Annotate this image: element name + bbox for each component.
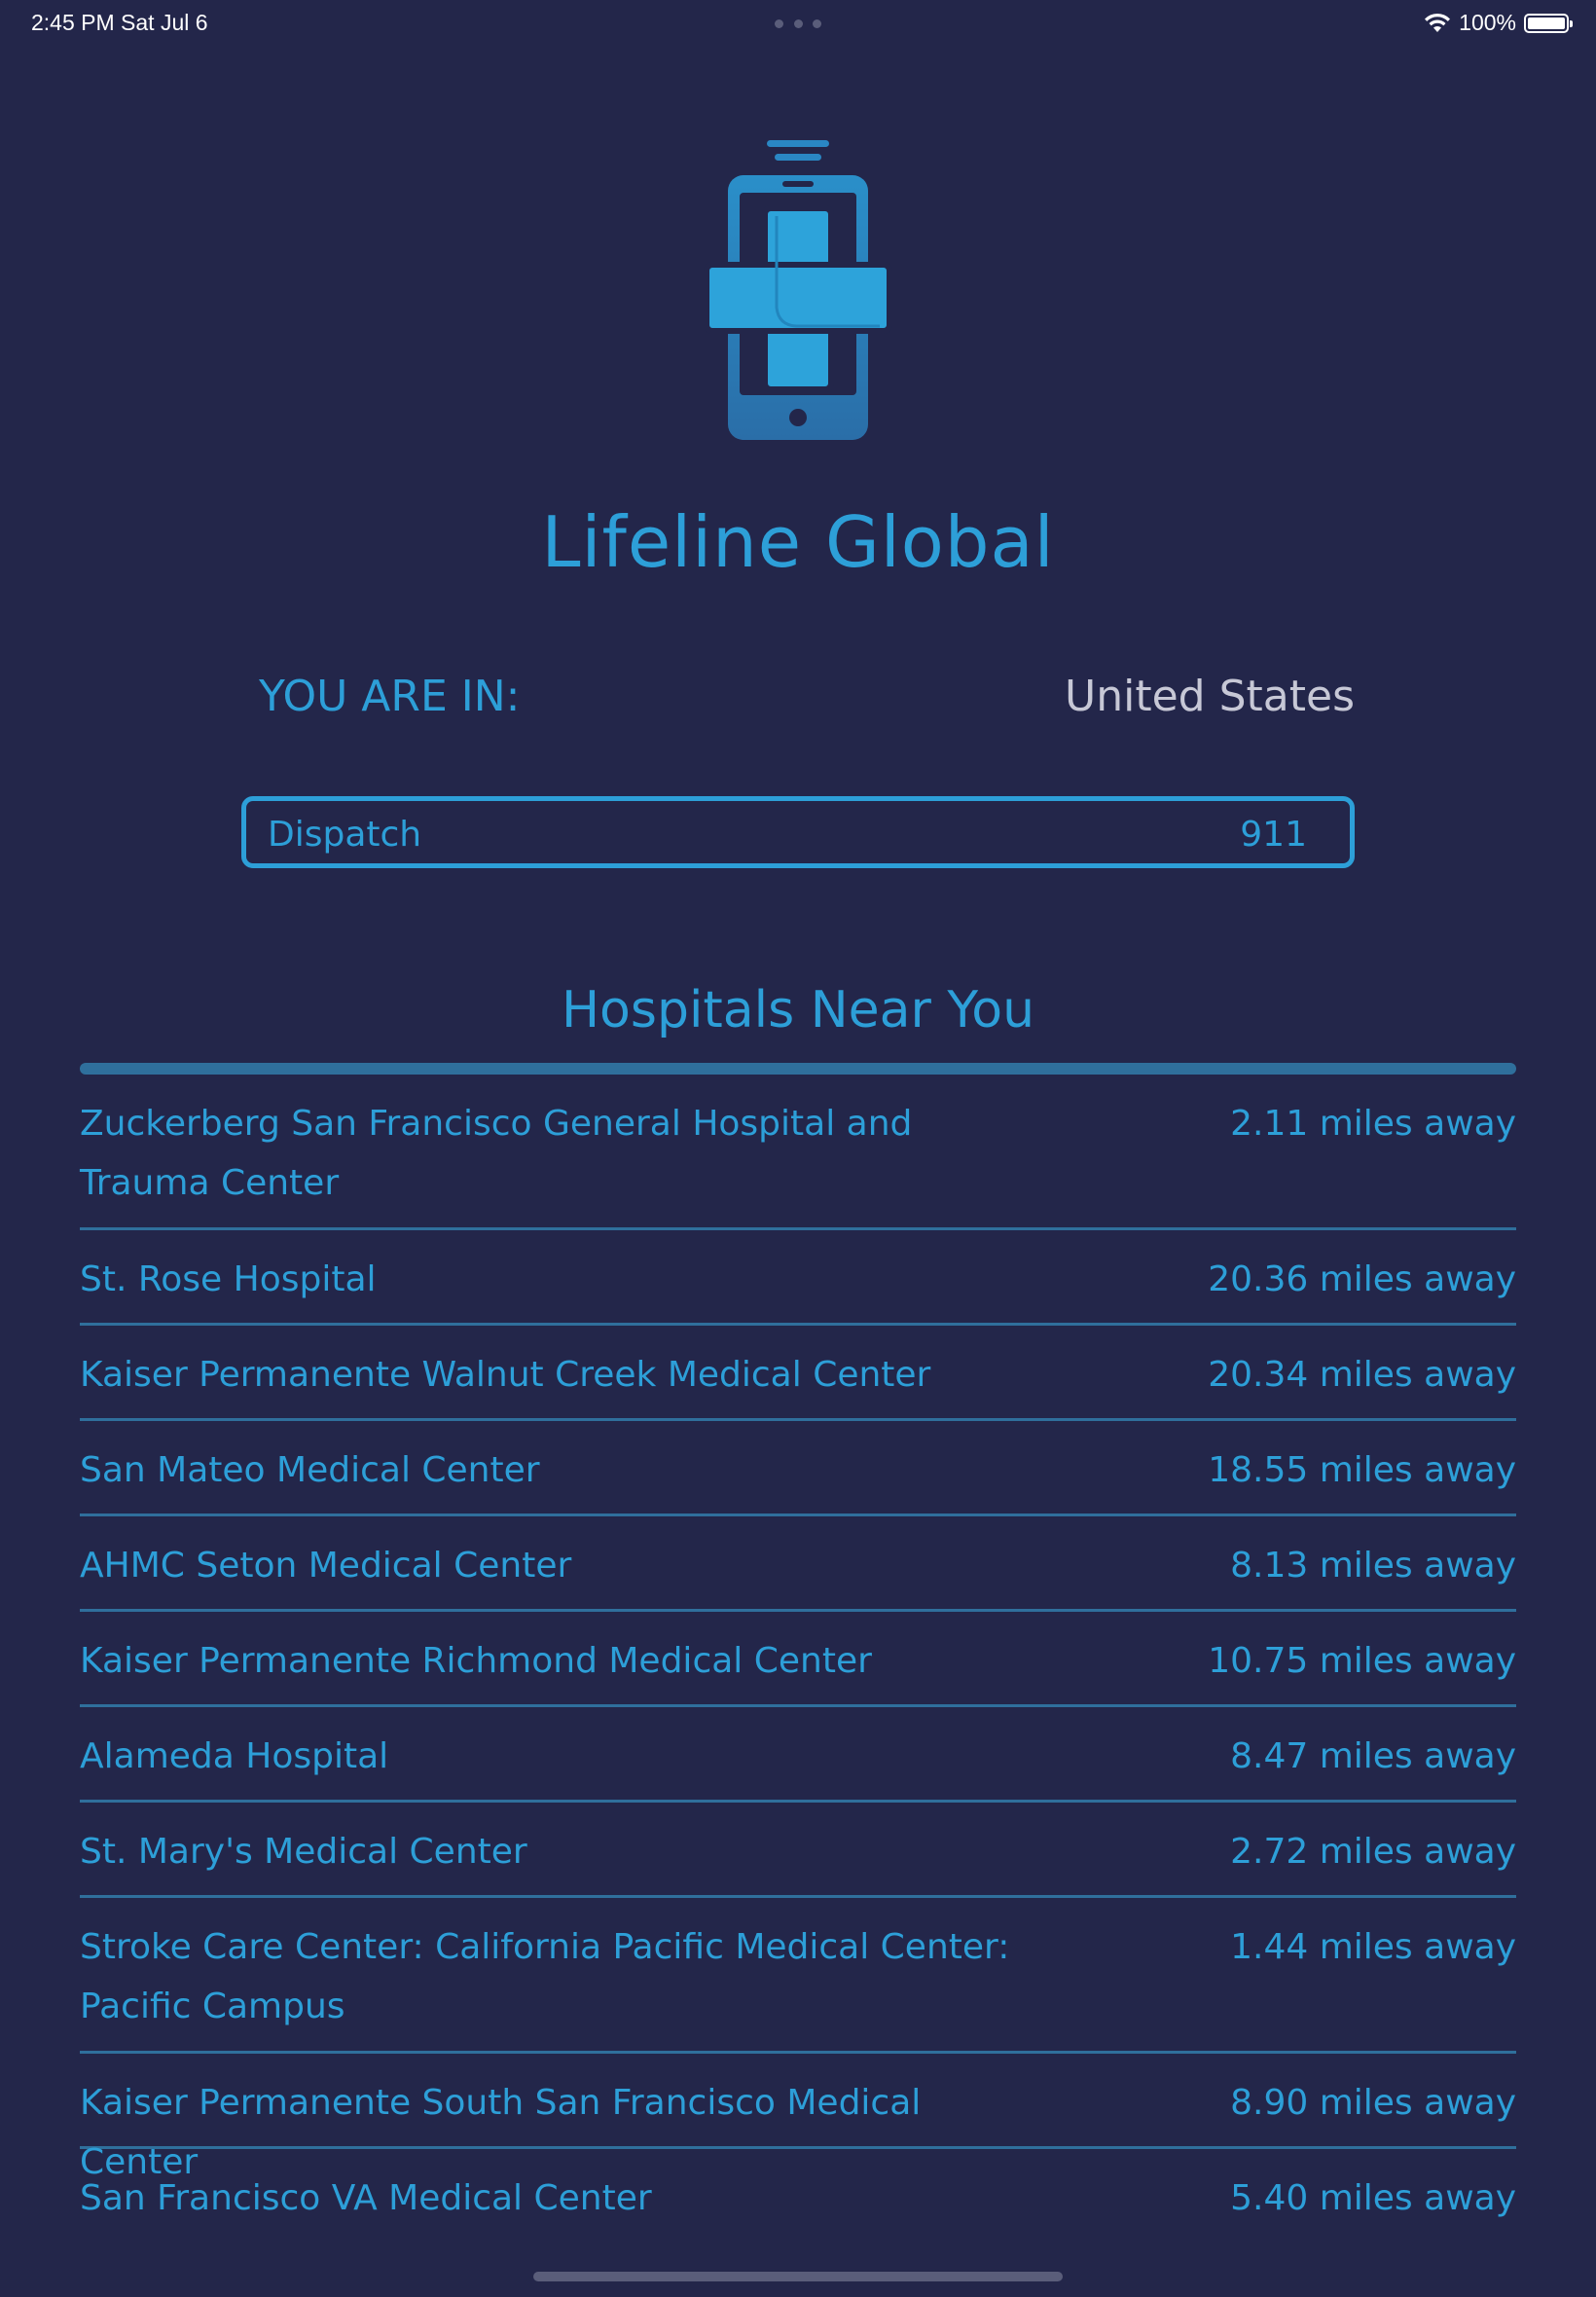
list-item[interactable]: Stroke Care Center: California Pacific M… (80, 1898, 1516, 2054)
dispatch-label: Dispatch (268, 815, 422, 855)
list-item[interactable]: San Mateo Medical Center 18.55 miles awa… (80, 1421, 1516, 1516)
list-item[interactable]: San Francisco VA Medical Center 5.40 mil… (80, 2149, 1516, 2244)
hospitals-section-title: Hospitals Near You (561, 981, 1035, 1039)
hospital-distance: 10.75 miles away (1208, 1641, 1516, 1681)
status-right: 100% (1424, 10, 1573, 36)
hospital-name: San Francisco VA Medical Center (80, 2178, 652, 2218)
wifi-icon (1424, 13, 1451, 34)
multitasking-dots-icon[interactable] (775, 19, 821, 28)
hospital-distance: 8.90 miles away (1230, 2083, 1516, 2123)
hospital-name: Alameda Hospital (80, 1736, 389, 1776)
location-row: YOU ARE IN: United States (259, 672, 1355, 730)
hospital-name: San Mateo Medical Center (80, 1450, 540, 1490)
hospital-distance: 20.36 miles away (1208, 1259, 1516, 1299)
app-title: Lifeline Global (541, 501, 1055, 583)
hospital-name: AHMC Seton Medical Center (80, 1546, 572, 1586)
list-item[interactable]: St. Mary's Medical Center 2.72 miles awa… (80, 1803, 1516, 1898)
list-item[interactable]: Zuckerberg San Francisco General Hospita… (80, 1075, 1516, 1230)
dispatch-number: 911 (1240, 815, 1307, 855)
home-indicator[interactable] (533, 2272, 1063, 2281)
phone-medical-cross-icon (681, 134, 915, 446)
list-item[interactable]: Kaiser Permanente Richmond Medical Cente… (80, 1612, 1516, 1707)
hospital-name: Stroke Care Center: California Pacific M… (80, 1927, 1010, 2026)
battery-percent: 100% (1459, 10, 1516, 35)
section-divider (80, 1063, 1516, 1075)
hospital-distance: 8.13 miles away (1230, 1546, 1516, 1586)
hospital-name: Kaiser Permanente Richmond Medical Cente… (80, 1641, 872, 1681)
hospital-distance: 1.44 miles away (1230, 1927, 1516, 1967)
hospital-distance: 20.34 miles away (1208, 1355, 1516, 1395)
dispatch-button[interactable]: Dispatch 911 (241, 796, 1355, 868)
hospital-name: St. Mary's Medical Center (80, 1832, 527, 1872)
location-label: YOU ARE IN: (259, 672, 521, 721)
list-item[interactable]: Kaiser Permanente South San Francisco Me… (80, 2054, 1516, 2182)
location-value: United States (1065, 672, 1355, 721)
hospital-name: Zuckerberg San Francisco General Hospita… (80, 1104, 913, 1203)
hospital-distance: 18.55 miles away (1208, 1450, 1516, 1490)
hospital-name: Kaiser Permanente Walnut Creek Medical C… (80, 1355, 931, 1395)
hospital-distance: 5.40 miles away (1230, 2178, 1516, 2218)
list-item[interactable]: AHMC Seton Medical Center 8.13 miles awa… (80, 1516, 1516, 1612)
battery-icon (1524, 13, 1573, 33)
list-item[interactable]: St. Rose Hospital 20.36 miles away (80, 1230, 1516, 1326)
hospital-distance: 2.72 miles away (1230, 1832, 1516, 1872)
hospital-distance: 2.11 miles away (1230, 1104, 1516, 1144)
hospital-name: St. Rose Hospital (80, 1259, 377, 1299)
hospital-list: Zuckerberg San Francisco General Hospita… (80, 1075, 1516, 2244)
status-time: 2:45 PM Sat Jul 6 (31, 10, 208, 35)
list-item[interactable]: Kaiser Permanente Walnut Creek Medical C… (80, 1326, 1516, 1421)
list-item[interactable]: Alameda Hospital 8.47 miles away (80, 1707, 1516, 1803)
status-bar: 2:45 PM Sat Jul 6 100% (0, 0, 1596, 47)
hospital-distance: 8.47 miles away (1230, 1736, 1516, 1776)
